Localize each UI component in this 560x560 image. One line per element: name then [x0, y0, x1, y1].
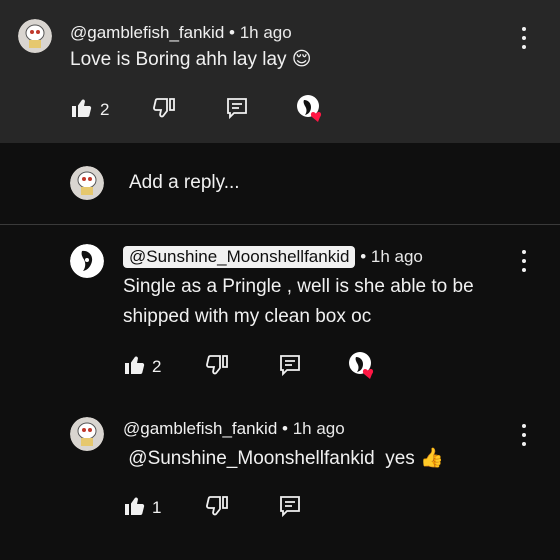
reply-input[interactable]: Add a reply... — [129, 172, 240, 194]
like-count: 1 — [152, 498, 162, 517]
creator-heart-icon — [296, 94, 326, 124]
like-count: 2 — [152, 357, 162, 376]
reply-meta: @gamblefish_fankid • 1h ago — [123, 419, 345, 439]
reply-text: Single as a Pringle , well is she able t… — [123, 272, 474, 332]
reply-icon[interactable] — [278, 494, 302, 518]
reply-meta: @Sunshine_Moonshellfankid • 1h ago — [123, 246, 423, 268]
author-name[interactable]: @Sunshine_Moonshellfankid — [123, 246, 356, 268]
more-vert-icon[interactable] — [517, 27, 531, 49]
comment-text: Love is Boring ahh lay lay 😌 — [70, 45, 312, 75]
reply-icon[interactable] — [225, 96, 249, 120]
avatar[interactable] — [18, 19, 52, 53]
avatar[interactable] — [70, 417, 104, 451]
meta-separator: • — [229, 23, 235, 42]
comment-meta: @gamblefish_fankid • 1h ago — [70, 23, 292, 43]
thumbs-down-icon[interactable] — [205, 353, 229, 377]
reply-text-line: shipped with my clean box oc — [123, 306, 372, 327]
thumbs-down-icon[interactable] — [205, 494, 229, 518]
creator-heart-icon — [348, 351, 378, 381]
thumbs-up-icon[interactable] — [123, 353, 147, 377]
mention-link[interactable]: @Sunshine_Moonshellfankid — [128, 448, 374, 469]
like-count: 2 — [100, 100, 110, 119]
timestamp[interactable]: 1h ago — [293, 419, 345, 438]
thumbs-up-icon[interactable] — [123, 494, 147, 518]
reply-text-content: yes — [385, 448, 415, 469]
thumbs-up-icon[interactable] — [70, 96, 94, 120]
more-vert-icon[interactable] — [517, 424, 531, 446]
reply-text-line: Single as a Pringle , well is she able t… — [123, 276, 474, 297]
thumbs-up-emoji: 👍 — [420, 448, 444, 469]
avatar — [70, 166, 104, 200]
avatar[interactable] — [70, 244, 104, 278]
thumbs-down-icon[interactable] — [152, 96, 176, 120]
reply-icon[interactable] — [278, 353, 302, 377]
author-name[interactable]: @gamblefish_fankid — [70, 23, 224, 42]
timestamp[interactable]: 1h ago — [240, 23, 292, 42]
meta-separator: • — [282, 419, 288, 438]
reply-text: @Sunshine_Moonshellfankid yes 👍 — [123, 444, 444, 474]
comment-text-content: Love is Boring ahh lay lay — [70, 49, 287, 70]
relieved-emoji: 😌 — [291, 49, 312, 70]
timestamp[interactable]: 1h ago — [371, 247, 423, 266]
meta-separator: • — [360, 247, 367, 266]
author-name[interactable]: @gamblefish_fankid — [123, 419, 277, 438]
more-vert-icon[interactable] — [517, 250, 531, 272]
